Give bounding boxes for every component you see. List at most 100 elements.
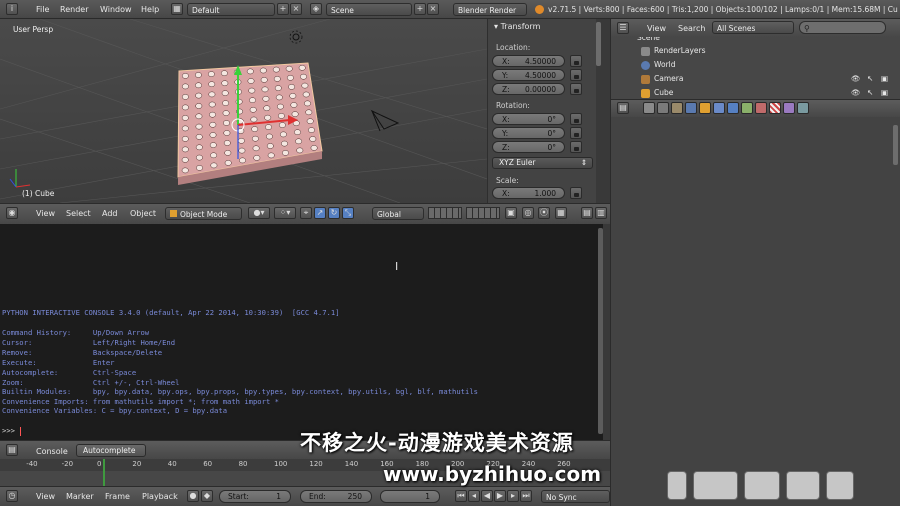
npanel-scrollbar[interactable] bbox=[596, 22, 601, 66]
end-frame-field[interactable]: End: 250 bbox=[300, 490, 372, 503]
snap-icon[interactable]: ⦿ bbox=[538, 207, 550, 219]
modifiers-tab-icon[interactable] bbox=[727, 102, 739, 114]
lock-layers-icon[interactable]: ▣ bbox=[505, 207, 517, 219]
editor-type-outliner-icon[interactable]: ☰ bbox=[617, 22, 629, 34]
scale-x-field[interactable]: X: 1.000 bbox=[492, 187, 565, 199]
menu-add[interactable]: Add bbox=[102, 207, 118, 220]
menu-window[interactable]: Window bbox=[100, 3, 132, 16]
layer-buttons-2[interactable] bbox=[466, 207, 500, 219]
lamp-icon[interactable] bbox=[289, 30, 303, 44]
data-tab-icon[interactable] bbox=[741, 102, 753, 114]
sync-mode-select[interactable]: No Sync bbox=[541, 490, 610, 503]
material-tab-icon[interactable] bbox=[755, 102, 767, 114]
manipulator-toggle[interactable]: ⌖ bbox=[300, 207, 312, 219]
lock-icon[interactable] bbox=[570, 141, 582, 153]
layer-buttons[interactable] bbox=[428, 207, 462, 219]
particles-tab-icon[interactable] bbox=[783, 102, 795, 114]
menu-object[interactable]: Object bbox=[130, 207, 156, 220]
selectable-arrow-icon[interactable]: ↖ bbox=[867, 86, 873, 99]
add-screen-button[interactable]: + bbox=[277, 3, 289, 15]
python-console[interactable]: PYTHON INTERACTIVE CONSOLE 3.4.0 (defaul… bbox=[0, 224, 603, 440]
play-reverse-icon[interactable]: ◀ bbox=[481, 490, 493, 502]
play-icon[interactable]: ▶ bbox=[494, 490, 506, 502]
menu-view[interactable]: View bbox=[647, 22, 666, 35]
display-mode-select[interactable]: All Scenes bbox=[712, 21, 794, 34]
remove-screen-button[interactable]: × bbox=[290, 3, 302, 15]
jump-start-icon[interactable]: ⏮ bbox=[455, 490, 467, 502]
3d-viewport[interactable]: User Persp (1) Cube bbox=[0, 19, 487, 203]
jump-end-icon[interactable]: ⏭ bbox=[520, 490, 532, 502]
console-scrollbar[interactable] bbox=[598, 228, 603, 434]
renderable-camera-icon[interactable]: ▣ bbox=[881, 86, 888, 99]
orientation-select[interactable]: Global bbox=[372, 207, 424, 220]
editor-type-properties-icon[interactable]: ▤ bbox=[617, 102, 629, 114]
properties-body[interactable] bbox=[610, 117, 900, 506]
editor-type-console-icon[interactable]: ▤ bbox=[6, 444, 18, 456]
menu-view[interactable]: View bbox=[36, 490, 55, 503]
scale-manipulator-button[interactable]: ⤡ bbox=[342, 207, 354, 219]
viewport-scene[interactable] bbox=[0, 19, 487, 203]
constraints-tab-icon[interactable] bbox=[713, 102, 725, 114]
snap-element-icon[interactable]: ▦ bbox=[555, 207, 567, 219]
lock-icon[interactable] bbox=[570, 113, 582, 125]
render-tab-icon[interactable] bbox=[643, 102, 655, 114]
lock-icon[interactable] bbox=[570, 127, 582, 139]
rotation-z-field[interactable]: Z: 0° bbox=[492, 141, 565, 153]
outliner-row-cube[interactable]: Cube 👁 ↖ ▣ bbox=[611, 86, 900, 99]
keying-icon[interactable]: ◆ bbox=[201, 490, 213, 502]
prev-key-icon[interactable]: ◂ bbox=[468, 490, 480, 502]
menu-console[interactable]: Console bbox=[36, 445, 68, 458]
lock-icon[interactable] bbox=[570, 55, 582, 67]
rotation-y-field[interactable]: Y: 0° bbox=[492, 127, 565, 139]
menu-frame[interactable]: Frame bbox=[105, 490, 130, 503]
render-engine-select[interactable]: Blender Render bbox=[453, 3, 527, 16]
transform-section-header[interactable]: ▾ Transform bbox=[494, 22, 540, 31]
menu-marker[interactable]: Marker bbox=[66, 490, 94, 503]
location-y-field[interactable]: Y: 4.50000 bbox=[492, 69, 565, 81]
menu-file[interactable]: File bbox=[36, 3, 49, 16]
current-frame-indicator[interactable] bbox=[103, 459, 105, 486]
render-layers-tab-icon[interactable] bbox=[657, 102, 669, 114]
outliner-row-renderlayers[interactable]: RenderLayers bbox=[611, 44, 900, 58]
location-x-field[interactable]: X: 4.50000 bbox=[492, 55, 565, 67]
outliner-tree[interactable]: Scene RenderLayers World Camera 👁 ↖ ▣ Cu… bbox=[610, 37, 900, 99]
record-icon[interactable]: ● bbox=[187, 490, 199, 502]
console-prompt[interactable]: >>> bbox=[2, 426, 19, 435]
editor-type-timeline-icon[interactable]: ◷ bbox=[6, 490, 18, 502]
scene-select[interactable]: Scene bbox=[326, 3, 412, 16]
menu-view[interactable]: View bbox=[36, 207, 55, 220]
world-tab-icon[interactable] bbox=[685, 102, 697, 114]
texture-tab-icon[interactable] bbox=[769, 102, 781, 114]
menu-search[interactable]: Search bbox=[678, 22, 705, 35]
start-frame-field[interactable]: Start: 1 bbox=[219, 490, 291, 503]
menu-render[interactable]: Render bbox=[60, 3, 88, 16]
lock-icon[interactable] bbox=[570, 83, 582, 95]
rotation-mode-select[interactable]: XYZ Euler ⇕ bbox=[492, 157, 593, 169]
physics-tab-icon[interactable] bbox=[797, 102, 809, 114]
render-preview-icon[interactable]: ▤ bbox=[581, 207, 593, 219]
current-frame-field[interactable]: 1 bbox=[380, 490, 440, 503]
screen-layout-icon[interactable]: ▦ bbox=[171, 3, 183, 15]
properties-scrollbar[interactable] bbox=[893, 125, 898, 165]
lock-icon[interactable] bbox=[570, 187, 582, 199]
pivot-select[interactable]: ⁘▾ bbox=[274, 207, 296, 219]
mode-select[interactable]: Object Mode bbox=[165, 207, 242, 220]
location-z-field[interactable]: Z: 0.00000 bbox=[492, 83, 565, 95]
add-scene-button[interactable]: + bbox=[414, 3, 426, 15]
search-input[interactable]: ⚲ bbox=[799, 21, 886, 34]
menu-select[interactable]: Select bbox=[66, 207, 91, 220]
next-key-icon[interactable]: ▸ bbox=[507, 490, 519, 502]
opengl-render-icon[interactable]: ▥ bbox=[595, 207, 607, 219]
scene-icon[interactable]: ◈ bbox=[310, 3, 322, 15]
autocomplete-button[interactable]: Autocomplete bbox=[76, 444, 146, 457]
shading-select[interactable]: ●▾ bbox=[248, 207, 270, 219]
lock-icon[interactable] bbox=[570, 69, 582, 81]
outliner-row-world[interactable]: World bbox=[611, 58, 900, 72]
menu-help[interactable]: Help bbox=[141, 3, 159, 16]
visibility-eye-icon[interactable]: 👁 bbox=[851, 86, 861, 99]
rotation-x-field[interactable]: X: 0° bbox=[492, 113, 565, 125]
visibility-eye-icon[interactable]: 👁 bbox=[851, 72, 861, 86]
selectable-arrow-icon[interactable]: ↖ bbox=[867, 72, 873, 86]
editor-type-3d-icon[interactable]: ◉ bbox=[6, 207, 18, 219]
renderable-camera-icon[interactable]: ▣ bbox=[881, 72, 888, 86]
